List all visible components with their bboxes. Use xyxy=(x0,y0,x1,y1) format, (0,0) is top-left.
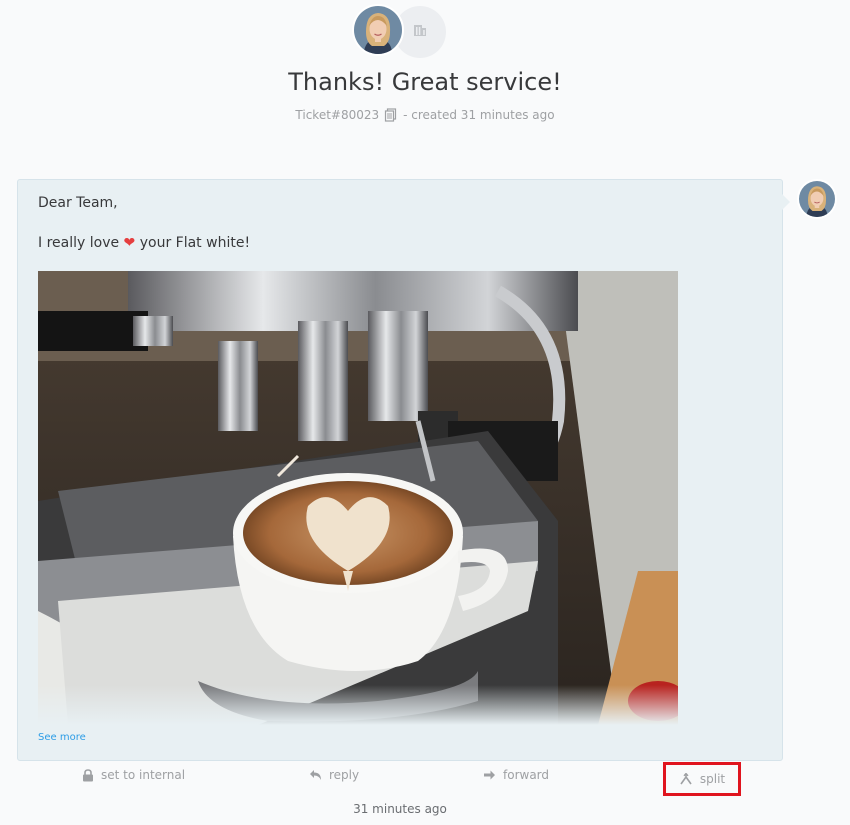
ticket-meta: Ticket#80023 - created 31 minutes ago xyxy=(0,108,850,122)
copy-icon[interactable] xyxy=(384,108,398,122)
heart-icon: ❤ xyxy=(123,235,136,251)
article-body: Dear Team, I really love ❤ your Flat whi… xyxy=(38,193,250,273)
article-text-before: I really love xyxy=(38,235,120,251)
set-to-internal-label: set to internal xyxy=(101,768,186,782)
ticket-number: Ticket#80023 xyxy=(295,108,380,122)
article-image[interactable] xyxy=(38,271,678,725)
image-fade xyxy=(38,685,678,725)
org-icon xyxy=(412,22,428,42)
article-bubble: Dear Team, I really love ❤ your Flat whi… xyxy=(17,179,790,761)
forward-label: forward xyxy=(503,768,550,782)
article-text: I really love ❤ your Flat white! xyxy=(38,233,250,253)
article-sender-avatar[interactable] xyxy=(797,179,837,219)
split-button[interactable]: split xyxy=(663,762,741,796)
article-actions: set to internal reply forward split xyxy=(17,762,783,796)
forward-icon xyxy=(483,769,496,781)
see-more-link[interactable]: See more xyxy=(38,732,86,743)
ticket-title[interactable]: Thanks! Great service! xyxy=(0,68,850,96)
ticket-avatars xyxy=(0,4,850,58)
split-icon xyxy=(679,773,693,785)
split-label: split xyxy=(699,772,726,786)
article-timestamp: 31 minutes ago xyxy=(353,802,447,816)
forward-button[interactable]: forward xyxy=(483,768,549,782)
customer-avatar[interactable] xyxy=(352,4,404,56)
reply-label: reply xyxy=(329,768,360,782)
lock-icon xyxy=(82,768,94,782)
set-to-internal-button[interactable]: set to internal xyxy=(82,768,185,782)
reply-icon xyxy=(309,769,322,781)
article-text-after: your Flat white! xyxy=(139,235,251,251)
article-greeting: Dear Team, xyxy=(38,195,118,211)
reply-button[interactable]: reply xyxy=(309,768,359,782)
ticket-created: - created 31 minutes ago xyxy=(403,108,555,122)
